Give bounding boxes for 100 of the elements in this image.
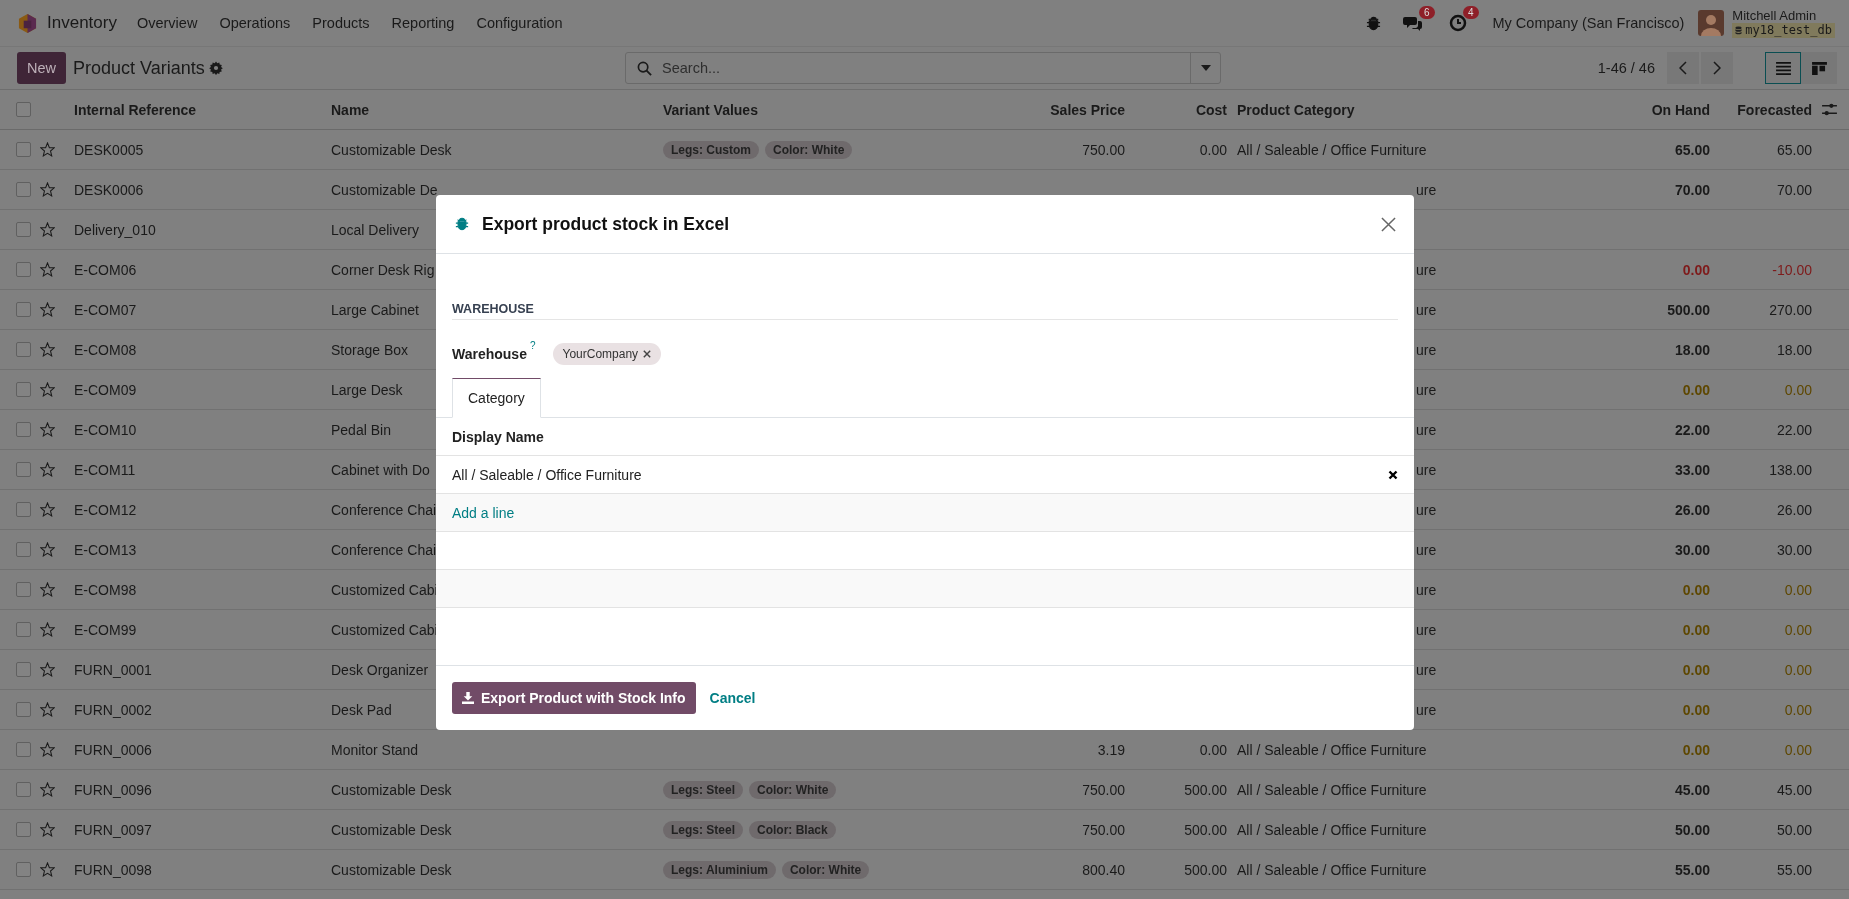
table-cell: Desk Pad [331, 701, 392, 718]
row-checkbox[interactable] [15, 862, 31, 877]
user-avatar-icon[interactable] [1698, 10, 1725, 36]
table-cell: 0.00 [1682, 381, 1710, 398]
table-cell: 0.00 [1784, 381, 1812, 398]
row-checkbox[interactable] [15, 262, 31, 277]
dialog-tab[interactable]: Category [452, 378, 541, 418]
menu-item[interactable]: Configuration [476, 15, 563, 31]
caret-icon [1200, 65, 1211, 71]
star-icon[interactable] [40, 582, 55, 597]
menu-item[interactable]: Operations [219, 15, 291, 31]
table-cell: 18.00 [1776, 341, 1812, 358]
row-checkbox[interactable] [15, 742, 31, 757]
row-checkbox[interactable] [15, 382, 31, 397]
table-cell: All / Saleable / Office Furniture [1237, 781, 1427, 798]
row-checkbox[interactable] [15, 342, 31, 357]
pager-value[interactable]: 1-46 / 46 [1597, 60, 1655, 76]
column-header[interactable]: Variant Values [663, 101, 758, 118]
variant-tag: Legs: Custom [663, 140, 759, 159]
column-header[interactable]: Sales Price [1050, 101, 1125, 118]
user-name[interactable]: Mitchell Admin [1732, 8, 1835, 23]
star-icon[interactable] [40, 142, 55, 157]
star-icon[interactable] [40, 822, 55, 837]
add-line-link[interactable]: Add a line [452, 504, 515, 521]
table-cell: ure [1416, 301, 1437, 318]
row-checkbox[interactable] [15, 222, 31, 237]
select-all-checkbox[interactable] [15, 102, 31, 117]
row-checkbox[interactable] [15, 502, 31, 517]
help-tooltip-mark[interactable]: ? [529, 340, 536, 351]
search-bar[interactable]: Search... [625, 52, 1221, 84]
star-icon[interactable] [40, 542, 55, 557]
table-cell: FURN_0002 [74, 701, 152, 718]
column-header[interactable]: Product Category [1237, 101, 1355, 118]
list-view-button[interactable] [1765, 52, 1801, 84]
table-cell: 0.00 [1682, 661, 1710, 678]
clock-icon[interactable] [1448, 14, 1467, 32]
menu-item[interactable]: Products [312, 15, 370, 31]
row-checkbox[interactable] [15, 142, 31, 157]
star-icon[interactable] [40, 382, 55, 397]
new-button[interactable]: New [17, 52, 66, 84]
column-header[interactable]: On Hand [1651, 101, 1710, 118]
row-checkbox[interactable] [15, 302, 31, 317]
kanban-view-button[interactable] [1801, 52, 1837, 84]
chat-icon[interactable] [1402, 14, 1423, 32]
bug-icon[interactable] [1365, 15, 1381, 31]
column-header[interactable]: Internal Reference [74, 101, 197, 118]
star-icon[interactable] [40, 302, 55, 317]
table-cell: ure [1416, 581, 1437, 598]
row-checkbox[interactable] [15, 782, 31, 797]
cancel-button[interactable]: Cancel [709, 690, 756, 706]
settings-icon[interactable] [208, 61, 223, 75]
search-field[interactable]: Search... [660, 59, 1190, 77]
row-checkbox[interactable] [15, 182, 31, 197]
delete-icon[interactable] [1388, 469, 1398, 480]
table-cell: All / Saleable / Office Furniture [1237, 741, 1427, 758]
column-header[interactable]: Name [331, 101, 370, 118]
table-cell: 50.00 [1674, 821, 1710, 838]
row-checkbox[interactable] [15, 462, 31, 477]
star-icon[interactable] [40, 862, 55, 877]
row-checkbox[interactable] [15, 662, 31, 677]
row-checkbox[interactable] [15, 702, 31, 717]
star-icon[interactable] [40, 662, 55, 677]
table-cell: FURN_0006 [74, 741, 152, 758]
row-checkbox[interactable] [15, 422, 31, 437]
star-icon[interactable] [40, 342, 55, 357]
star-icon[interactable] [40, 262, 55, 277]
column-options-icon[interactable] [1822, 103, 1837, 116]
row-checkbox[interactable] [15, 622, 31, 637]
star-icon[interactable] [40, 622, 55, 637]
table-cell: ure [1416, 341, 1437, 358]
star-icon[interactable] [40, 742, 55, 757]
row-checkbox[interactable] [15, 582, 31, 597]
remove-icon[interactable] [643, 350, 652, 358]
table-cell: 30.00 [1776, 541, 1812, 558]
table-cell: Customizable Desk [331, 141, 452, 158]
menu-item[interactable]: Reporting [391, 15, 455, 31]
table-cell: 0.00 [1199, 741, 1227, 758]
app-logo-icon[interactable] [18, 12, 37, 34]
star-icon[interactable] [40, 462, 55, 477]
company-switcher[interactable]: My Company (San Francisco) [1492, 15, 1685, 31]
menu-item[interactable]: Overview [136, 15, 198, 31]
table-cell: 45.00 [1674, 781, 1710, 798]
export-button[interactable]: Export Product with Stock Info [452, 682, 696, 714]
column-header[interactable]: Forecasted [1737, 101, 1812, 118]
star-icon[interactable] [40, 702, 55, 717]
star-icon[interactable] [40, 182, 55, 197]
table-cell: 0.00 [1784, 581, 1812, 598]
app-name[interactable]: Inventory [47, 13, 117, 33]
row-checkbox[interactable] [15, 542, 31, 557]
star-icon[interactable] [40, 422, 55, 437]
table-cell: 500.00 [1184, 821, 1227, 838]
close-icon[interactable] [1381, 216, 1396, 232]
table-cell: 55.00 [1776, 861, 1812, 878]
row-checkbox[interactable] [15, 822, 31, 837]
table-cell: E-COM10 [74, 421, 137, 438]
column-header[interactable]: Cost [1195, 101, 1227, 118]
star-icon[interactable] [40, 502, 55, 517]
star-icon[interactable] [40, 222, 55, 237]
table-cell: 50.00 [1776, 821, 1812, 838]
star-icon[interactable] [40, 782, 55, 797]
